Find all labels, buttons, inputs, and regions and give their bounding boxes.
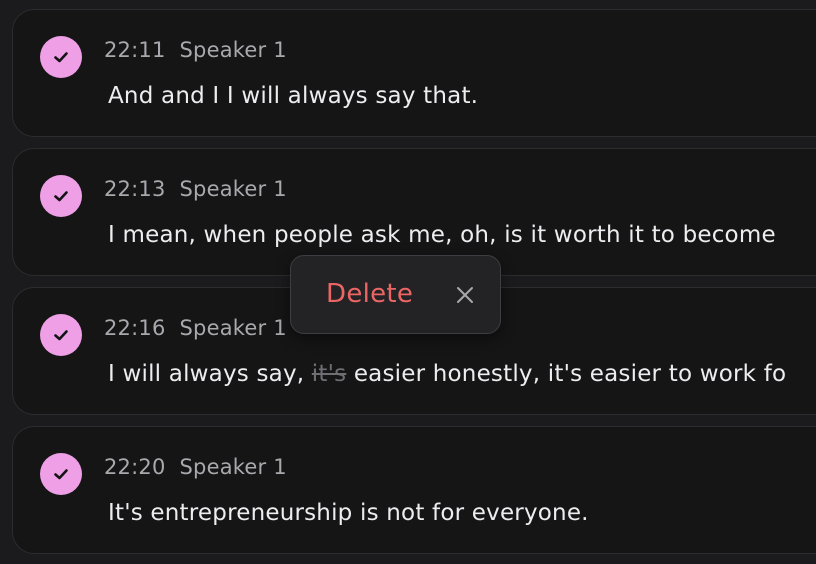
segment-speaker[interactable]: Speaker 1 (180, 316, 287, 340)
segment-text[interactable]: I mean, when people ask me, oh, is it wo… (108, 222, 776, 248)
segment-speaker[interactable]: Speaker 1 (180, 38, 287, 62)
segment-timestamp: 22:20 (104, 455, 166, 479)
check-icon[interactable] (40, 175, 82, 217)
transcript-segment[interactable]: 22:20 Speaker 1 It's entrepreneurship is … (12, 426, 816, 554)
segment-text-before: I will always say, (108, 361, 312, 387)
transcript-segment[interactable]: 22:11 Speaker 1 And and I I will always s… (12, 9, 816, 137)
segment-meta: 22:11 Speaker 1 (104, 38, 287, 62)
transcript-view: 22:11 Speaker 1 And and I I will always s… (0, 0, 816, 564)
segment-meta: 22:20 Speaker 1 (104, 455, 287, 479)
close-icon[interactable] (453, 283, 477, 307)
segment-timestamp: 22:11 (104, 38, 166, 62)
segment-meta: 22:13 Speaker 1 (104, 177, 287, 201)
check-icon[interactable] (40, 36, 82, 78)
delete-popover: Delete (290, 255, 501, 334)
segment-text[interactable]: And and I I will always say that. (108, 83, 478, 109)
segment-timestamp: 22:13 (104, 177, 166, 201)
deleted-word[interactable]: it's (312, 361, 347, 387)
segment-text-after: easier honestly, it's easier to work fo (346, 361, 787, 387)
delete-button[interactable]: Delete (326, 279, 413, 309)
segment-speaker[interactable]: Speaker 1 (180, 455, 287, 479)
segment-text[interactable]: It's entrepreneurship is not for everyon… (108, 500, 589, 526)
segment-text[interactable]: I will always say, it's easier honestly,… (108, 361, 786, 387)
segment-speaker[interactable]: Speaker 1 (180, 177, 287, 201)
segment-meta: 22:16 Speaker 1 (104, 316, 287, 340)
check-icon[interactable] (40, 314, 82, 356)
segment-timestamp: 22:16 (104, 316, 166, 340)
check-icon[interactable] (40, 453, 82, 495)
